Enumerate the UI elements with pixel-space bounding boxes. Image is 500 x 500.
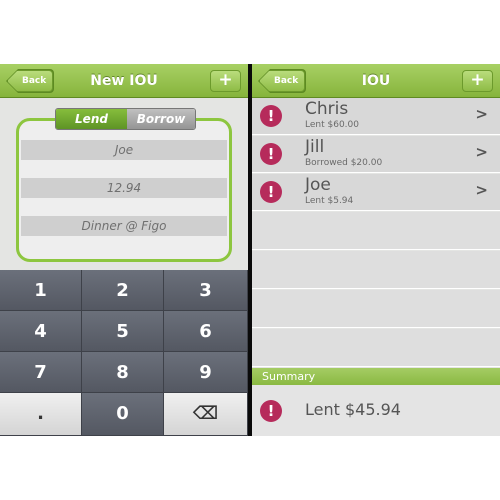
key-decimal[interactable]: . <box>0 393 82 436</box>
list-item-jill[interactable]: ! Jill Borrowed $20.00 > <box>252 136 500 173</box>
key-9[interactable]: 9 <box>164 352 248 393</box>
chevron-right-icon: > <box>475 181 488 199</box>
iou-list-screen: Back IOU + ! Chris Lent $60.00 > ! Jill … <box>252 64 500 436</box>
chevron-right-icon: > <box>475 143 488 161</box>
name-field[interactable]: Joe <box>21 140 227 160</box>
segment-borrow[interactable]: Borrow <box>127 109 195 129</box>
item-name: Jill <box>305 137 325 157</box>
key-0[interactable]: 0 <box>82 393 164 436</box>
list-item-joe[interactable]: ! Joe Lent $5.94 > <box>252 174 500 211</box>
key-1[interactable]: 1 <box>0 270 82 311</box>
alert-icon: ! <box>260 105 282 127</box>
segment-lend[interactable]: Lend <box>56 109 127 129</box>
backspace-icon: ⌫ <box>192 403 219 424</box>
alert-icon: ! <box>260 181 282 203</box>
backspace-key[interactable]: ⌫ <box>164 393 248 436</box>
navbar: Back IOU + <box>252 64 500 98</box>
summary-row: ! Lent $45.94 <box>252 386 500 436</box>
empty-row <box>252 251 500 289</box>
alert-icon: ! <box>260 143 282 165</box>
key-3[interactable]: 3 <box>164 270 248 311</box>
navbar: Back New IOU + <box>0 64 248 98</box>
summary-header: Summary <box>252 368 500 385</box>
item-name: Joe <box>305 175 331 195</box>
key-7[interactable]: 7 <box>0 352 82 393</box>
numeric-keypad: 1 2 3 4 5 6 7 8 9 . 0 ⌫ <box>0 270 248 436</box>
item-detail: Lent $5.94 <box>305 196 354 206</box>
key-5[interactable]: 5 <box>82 311 164 352</box>
item-name: Chris <box>305 99 349 119</box>
key-4[interactable]: 4 <box>0 311 82 352</box>
lend-borrow-segmented-control: Lend Borrow <box>55 108 196 130</box>
key-2[interactable]: 2 <box>82 270 164 311</box>
item-detail: Borrowed $20.00 <box>305 158 383 168</box>
new-iou-screen: Back New IOU + Lend Borrow Joe 12.94 Din… <box>0 64 248 436</box>
add-button[interactable]: + <box>210 70 241 92</box>
alert-icon: ! <box>260 400 282 422</box>
empty-row <box>252 212 500 250</box>
item-detail: Lent $60.00 <box>305 120 359 130</box>
chevron-right-icon: > <box>475 105 488 123</box>
add-button[interactable]: + <box>462 70 493 92</box>
key-6[interactable]: 6 <box>164 311 248 352</box>
list-item-chris[interactable]: ! Chris Lent $60.00 > <box>252 98 500 135</box>
key-8[interactable]: 8 <box>82 352 164 393</box>
empty-row <box>252 290 500 328</box>
summary-total: Lent $45.94 <box>305 400 401 419</box>
empty-row <box>252 329 500 367</box>
amount-field[interactable]: 12.94 <box>21 178 227 198</box>
note-field[interactable]: Dinner @ Figo <box>21 216 227 236</box>
